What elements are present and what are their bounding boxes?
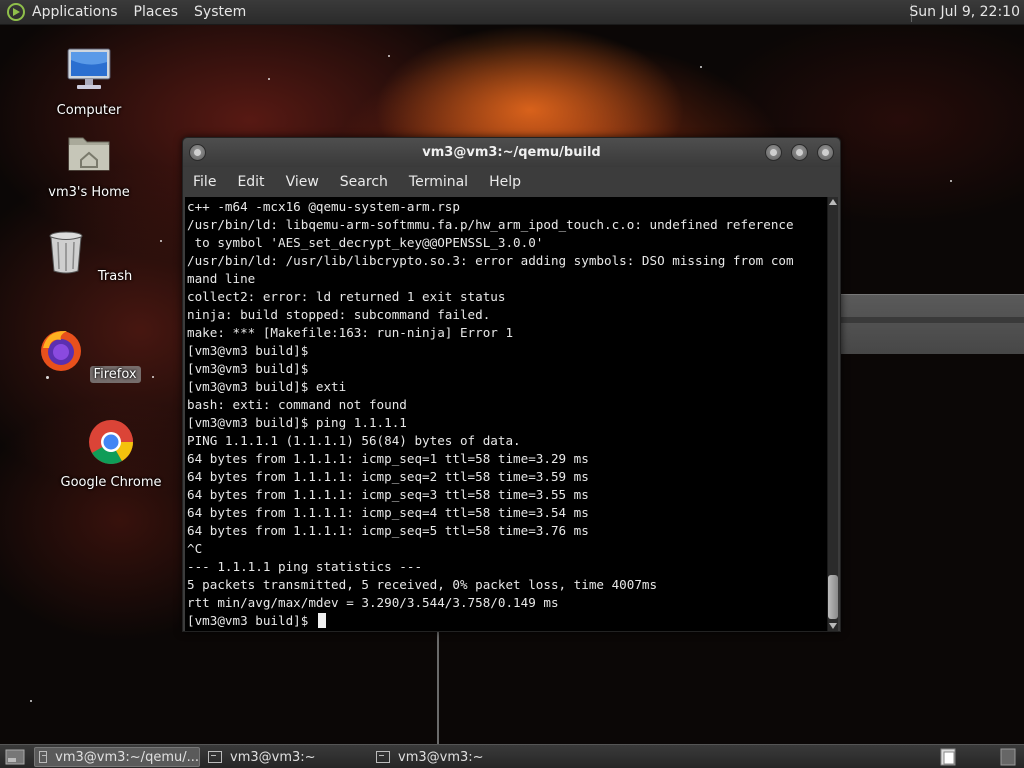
terminal-line: [vm3@vm3 build]$ ping 1.1.1.1	[187, 415, 407, 430]
terminal-line: --- 1.1.1.1 ping statistics ---	[187, 559, 423, 574]
taskbar-item-label: vm3@vm3:~	[398, 749, 484, 765]
show-desktop-icon[interactable]	[4, 747, 28, 767]
menu-edit[interactable]: Edit	[237, 174, 264, 190]
terminal-line: collect2: error: ld returned 1 exit stat…	[187, 289, 506, 304]
background-window-bar	[838, 317, 1024, 323]
clock[interactable]: Sun Jul 9, 22:10	[909, 4, 1020, 20]
terminal-line: 64 bytes from 1.1.1.1: icmp_seq=5 ttl=58…	[187, 523, 589, 538]
desktop-icon-label: Firefox	[89, 366, 141, 383]
home-folder-icon	[68, 137, 110, 171]
distro-logo-icon[interactable]	[6, 2, 26, 22]
desktop-icon-home[interactable]: vm3's Home	[34, 128, 144, 201]
taskbar-item-label: vm3@vm3:~	[230, 749, 316, 765]
taskbar-item-terminal-qemu[interactable]: vm3@vm3:~/qemu/...	[34, 747, 200, 767]
terminal-menubar: File Edit View Search Terminal Help	[183, 167, 840, 196]
desktop-icon-label: Trash	[97, 269, 133, 284]
menu-view[interactable]: View	[286, 174, 319, 190]
desktop-icon-label: vm3's Home	[48, 185, 130, 200]
terminal-line: ^C	[187, 541, 203, 556]
desktop-icon-label: Computer	[56, 103, 122, 118]
terminal-line: ninja: build stopped: subcommand failed.	[187, 307, 491, 322]
computer-icon	[67, 48, 111, 89]
menu-file[interactable]: File	[193, 174, 216, 190]
terminal-line: PING 1.1.1.1 (1.1.1.1) 56(84) bytes of d…	[187, 433, 521, 448]
background-window[interactable]	[838, 294, 1024, 354]
firefox-icon	[41, 330, 82, 371]
terminal-line: [vm3@vm3 build]$	[187, 361, 309, 376]
window-title: vm3@vm3:~/qemu/build	[422, 145, 601, 160]
places-menu[interactable]: Places	[134, 4, 179, 20]
star	[388, 55, 390, 57]
terminal-scrollbar[interactable]	[827, 197, 838, 631]
desktop-icon-label: Google Chrome	[60, 475, 162, 490]
terminal-icon	[376, 751, 390, 763]
close-button[interactable]	[817, 144, 834, 161]
applications-menu[interactable]: Applications	[32, 4, 118, 20]
terminal-screen[interactable]: c++ -m64 -mcx16 @qemu-system-arm.rsp/usr…	[185, 197, 827, 631]
terminal-line: 5 packets transmitted, 5 received, 0% pa…	[187, 577, 658, 592]
star	[268, 78, 270, 80]
terminal-window[interactable]: vm3@vm3:~/qemu/build File Edit View Sear…	[182, 137, 841, 632]
terminal-line: mand line	[187, 271, 256, 286]
star	[160, 240, 162, 242]
terminal-line: [vm3@vm3 build]$ exti	[187, 379, 347, 394]
desktop-divider	[437, 632, 439, 744]
terminal-icon	[208, 751, 222, 763]
terminal-cursor	[317, 613, 326, 628]
menu-terminal[interactable]: Terminal	[409, 174, 468, 190]
scroll-up-arrow-icon[interactable]	[829, 199, 837, 205]
star	[700, 66, 702, 68]
terminal-line: to symbol 'AES_set_decrypt_key@@OPENSSL_…	[187, 235, 544, 250]
terminal-line: /usr/bin/ld: /usr/lib/libcrypto.so.3: er…	[187, 253, 794, 268]
terminal-prompt: [vm3@vm3 build]$	[187, 613, 316, 628]
terminal-line: 64 bytes from 1.1.1.1: icmp_seq=2 ttl=58…	[187, 469, 589, 484]
system-menu[interactable]: System	[194, 4, 246, 20]
taskbar-item-terminal-home-2[interactable]: vm3@vm3:~	[372, 747, 538, 767]
workspace-icon[interactable]	[1000, 747, 1018, 767]
scroll-thumb[interactable]	[828, 575, 838, 619]
workspace-switcher-icon[interactable]	[940, 747, 958, 767]
terminal-titlebar[interactable]: vm3@vm3:~/qemu/build	[183, 138, 840, 167]
terminal-line: [vm3@vm3 build]$	[187, 343, 309, 358]
window-menu-button[interactable]	[189, 144, 206, 161]
terminal-line: bash: exti: command not found	[187, 397, 407, 412]
star	[950, 180, 952, 182]
terminal-line: make: *** [Makefile:163: run-ninja] Erro…	[187, 325, 514, 340]
menu-search[interactable]: Search	[340, 174, 388, 190]
trash-icon	[49, 231, 83, 274]
desktop-icon-computer[interactable]: Computer	[34, 46, 144, 119]
scroll-down-arrow-icon[interactable]	[829, 623, 837, 629]
terminal-prompt-line: [vm3@vm3 build]$	[187, 612, 827, 630]
top-panel: Applications Places System Sun Jul 9, 22…	[0, 0, 1024, 25]
bottom-panel: vm3@vm3:~/qemu/... vm3@vm3:~ vm3@vm3:~	[0, 744, 1024, 768]
terminal-line: 64 bytes from 1.1.1.1: icmp_seq=3 ttl=58…	[187, 487, 589, 502]
terminal-line: 64 bytes from 1.1.1.1: icmp_seq=1 ttl=58…	[187, 451, 589, 466]
desktop-icon-trash[interactable]: Trash	[34, 228, 144, 285]
terminal-line: c++ -m64 -mcx16 @qemu-system-arm.rsp	[187, 199, 460, 214]
terminal-line: 64 bytes from 1.1.1.1: icmp_seq=4 ttl=58…	[187, 505, 589, 520]
minimize-button[interactable]	[765, 144, 782, 161]
desktop-icon-firefox[interactable]: Firefox	[34, 326, 144, 383]
terminal-icon	[39, 751, 48, 763]
terminal-output: c++ -m64 -mcx16 @qemu-system-arm.rsp/usr…	[185, 197, 827, 630]
menu-help[interactable]: Help	[489, 174, 521, 190]
taskbar-item-terminal-home[interactable]: vm3@vm3:~	[204, 747, 370, 767]
taskbar-item-label: vm3@vm3:~/qemu/...	[55, 749, 199, 765]
maximize-button[interactable]	[791, 144, 808, 161]
star	[152, 376, 154, 378]
star	[30, 700, 32, 702]
terminal-line: rtt min/avg/max/mdev = 3.290/3.544/3.758…	[187, 595, 559, 610]
desktop-icon-chrome[interactable]: Google Chrome	[56, 418, 166, 491]
terminal-line: /usr/bin/ld: libqemu-arm-softmmu.fa.p/hw…	[187, 217, 794, 232]
chrome-icon	[89, 420, 133, 464]
